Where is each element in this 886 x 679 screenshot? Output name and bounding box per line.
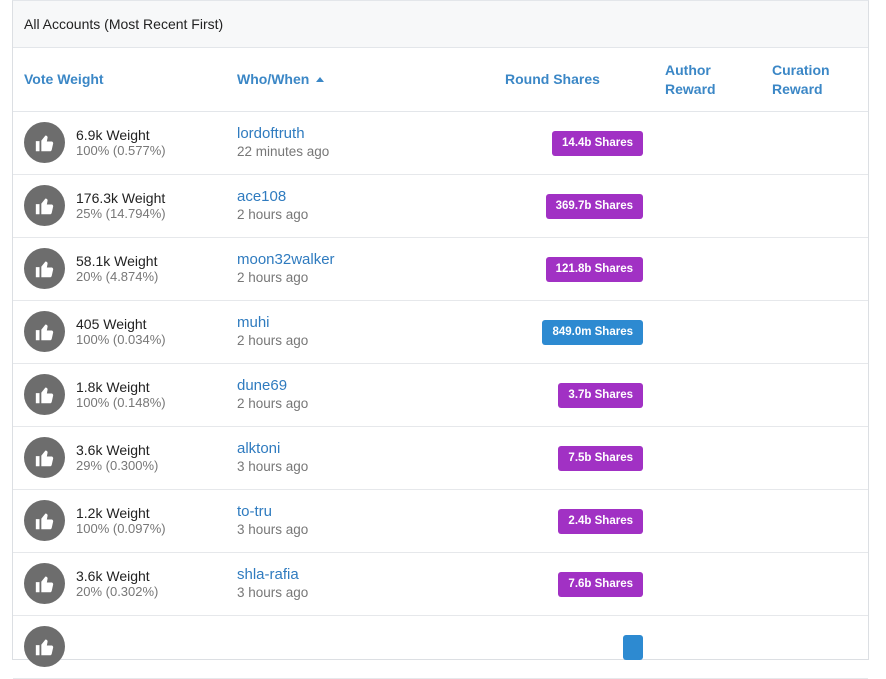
round-shares-badge: 3.7b Shares xyxy=(558,383,643,408)
vote-time: 3 hours ago xyxy=(237,585,309,600)
column-vote-weight-label: Vote Weight xyxy=(24,71,104,87)
round-shares-badge: 7.6b Shares xyxy=(558,572,643,597)
round-shares-badge: 369.7b Shares xyxy=(545,194,643,219)
thumbs-up-icon[interactable] xyxy=(24,311,65,352)
votes-panel: All Accounts (Most Recent First) Vote We… xyxy=(12,0,869,679)
column-author-reward[interactable]: Author Reward xyxy=(665,61,735,99)
round-shares-badge xyxy=(623,635,643,660)
panel-title: All Accounts (Most Recent First) xyxy=(13,1,868,48)
table-row xyxy=(13,616,868,679)
vote-time: 2 hours ago xyxy=(237,396,309,411)
voter-link[interactable]: alktoni xyxy=(237,440,280,458)
vote-percent: 29% (0.300%) xyxy=(76,458,159,473)
thumbs-up-icon[interactable] xyxy=(24,374,65,415)
vote-weight: 3.6k Weight xyxy=(76,568,150,584)
column-vote-weight[interactable]: Vote Weight xyxy=(24,70,104,89)
voter-link[interactable]: shla-rafia xyxy=(237,566,299,584)
vote-percent: 100% (0.577%) xyxy=(76,143,166,158)
table-row: 58.1k Weight 20% (4.874%) moon32walker 2 ho… xyxy=(13,238,868,301)
thumbs-up-icon[interactable] xyxy=(24,248,65,289)
vote-weight: 1.2k Weight xyxy=(76,505,150,521)
thumbs-up-icon[interactable] xyxy=(24,626,65,667)
column-round-shares[interactable]: Round Shares xyxy=(505,70,600,89)
column-curation-reward[interactable]: Curation Reward xyxy=(772,61,852,99)
table-row: 3.6k Weight 29% (0.300%) alktoni 3 hours ag… xyxy=(13,427,868,490)
table-row: 405 Weight 100% (0.034%) muhi 2 hours ago 84… xyxy=(13,301,868,364)
table-body: 6.9k Weight 100% (0.577%) lordoftruth 22 mi… xyxy=(13,112,868,679)
vote-weight: 58.1k Weight xyxy=(76,253,158,269)
table-row: 1.2k Weight 100% (0.097%) to-tru 3 hours ag… xyxy=(13,490,868,553)
table-row: 1.8k Weight 100% (0.148%) dune69 2 hours ag… xyxy=(13,364,868,427)
thumbs-up-icon[interactable] xyxy=(24,437,65,478)
vote-weight: 6.9k Weight xyxy=(76,127,150,143)
vote-percent: 25% (14.794%) xyxy=(76,206,166,221)
vote-weight: 176.3k Weight xyxy=(76,190,166,206)
voter-link[interactable]: lordoftruth xyxy=(237,125,305,143)
vote-weight: 405 Weight xyxy=(76,316,147,332)
vote-percent: 100% (0.097%) xyxy=(76,521,166,536)
thumbs-up-icon[interactable] xyxy=(24,185,65,226)
voter-link[interactable]: to-tru xyxy=(237,503,272,521)
column-author-reward-label: Author Reward xyxy=(665,62,716,97)
vote-percent: 100% (0.034%) xyxy=(76,332,166,347)
sort-ascending-icon xyxy=(316,77,325,82)
table-row: 3.6k Weight 20% (0.302%) shla-rafia 3 hours… xyxy=(13,553,868,616)
vote-time: 3 hours ago xyxy=(237,459,309,474)
vote-percent: 20% (0.302%) xyxy=(76,584,159,599)
voter-link[interactable]: moon32walker xyxy=(237,251,335,269)
column-curation-reward-label: Curation Reward xyxy=(772,62,830,97)
table-row: 6.9k Weight 100% (0.577%) lordoftruth 22 mi… xyxy=(13,112,868,175)
voter-link[interactable]: muhi xyxy=(237,314,270,332)
vote-percent: 20% (4.874%) xyxy=(76,269,159,284)
voter-link[interactable]: ace108 xyxy=(237,188,286,206)
round-shares-badge: 14.4b Shares xyxy=(552,131,643,156)
thumbs-up-icon[interactable] xyxy=(24,500,65,541)
vote-time: 3 hours ago xyxy=(237,522,309,537)
vote-weight: 1.8k Weight xyxy=(76,379,150,395)
round-shares-badge: 849.0m Shares xyxy=(542,320,643,345)
column-who-when-label: Who/When xyxy=(237,71,310,87)
vote-percent: 100% (0.148%) xyxy=(76,395,166,410)
vote-time: 22 minutes ago xyxy=(237,144,330,159)
round-shares-badge: 2.4b Shares xyxy=(558,509,643,534)
voter-link[interactable]: dune69 xyxy=(237,377,287,395)
thumbs-up-icon[interactable] xyxy=(24,563,65,604)
vote-weight: 3.6k Weight xyxy=(76,442,150,458)
table-header: Vote Weight Who/When Round Shares Author… xyxy=(13,48,868,112)
round-shares-badge: 121.8b Shares xyxy=(545,257,643,282)
vote-time: 2 hours ago xyxy=(237,333,309,348)
vote-time: 2 hours ago xyxy=(237,270,309,285)
vote-time: 2 hours ago xyxy=(237,207,309,222)
column-round-shares-label: Round Shares xyxy=(505,71,600,87)
table-row: 176.3k Weight 25% (14.794%) ace108 2 hours … xyxy=(13,175,868,238)
thumbs-up-icon[interactable] xyxy=(24,122,65,163)
column-who-when[interactable]: Who/When xyxy=(237,70,325,89)
round-shares-badge: 7.5b Shares xyxy=(558,446,643,471)
